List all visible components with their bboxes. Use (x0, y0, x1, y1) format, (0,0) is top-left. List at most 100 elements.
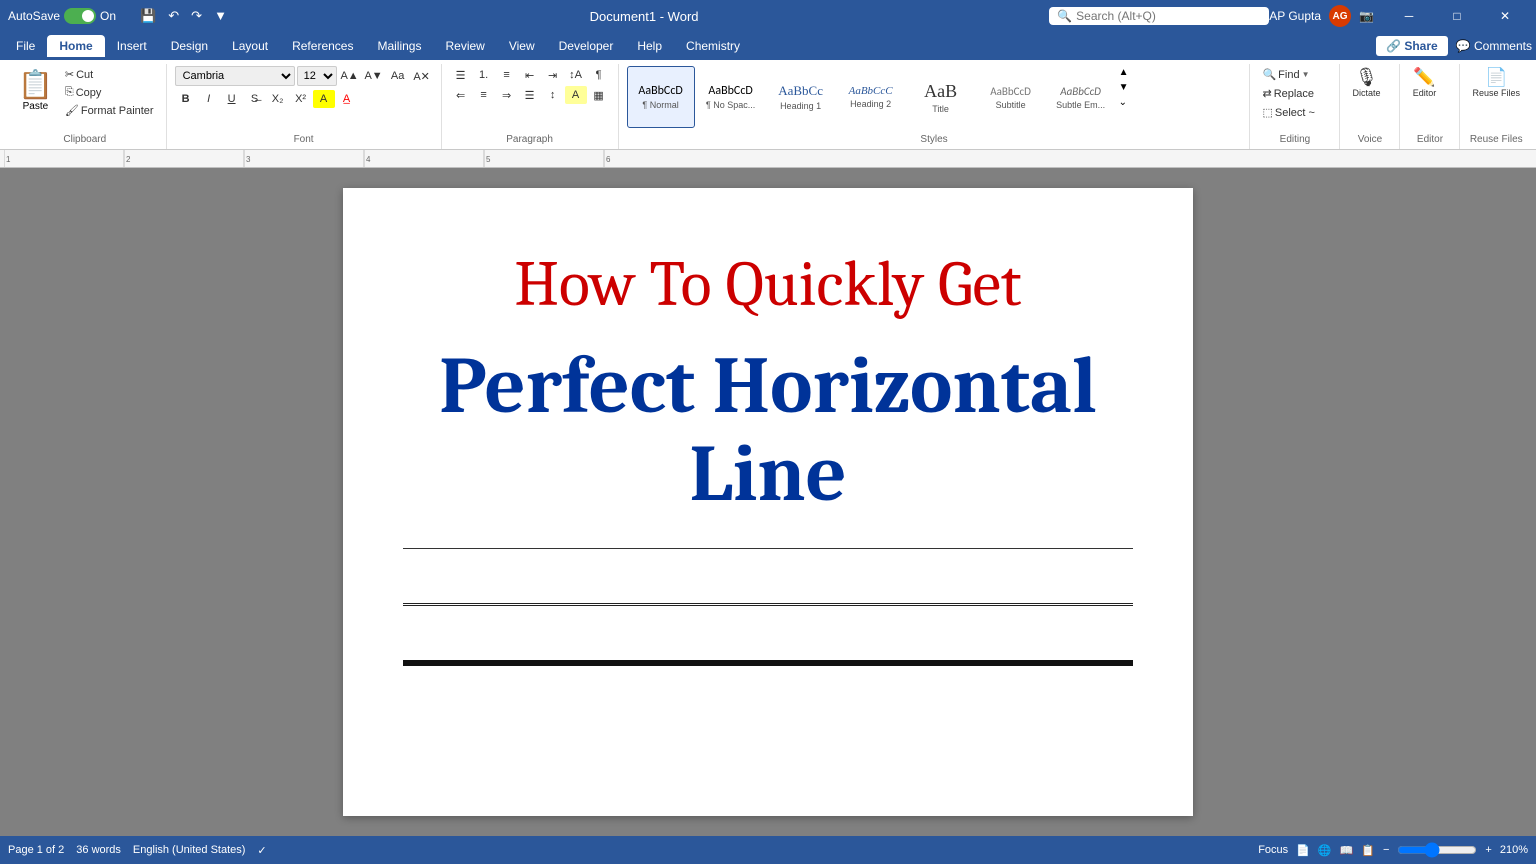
align-right-btn[interactable]: ⇒ (496, 86, 518, 104)
sort-btn[interactable]: ↕A (565, 66, 587, 84)
style-heading2[interactable]: AaBbCcC Heading 2 (837, 66, 905, 128)
text-highlight-btn[interactable]: A (313, 90, 335, 108)
style-no-spacing[interactable]: AaBbCcD ¶ No Spac... (697, 66, 765, 128)
styles-scroll-down[interactable]: ▼ (1117, 81, 1131, 94)
web-layout-icon[interactable]: 🌐 (1318, 844, 1332, 857)
tab-developer[interactable]: Developer (547, 35, 626, 57)
tab-chemistry[interactable]: Chemistry (674, 35, 752, 57)
style-normal[interactable]: AaBbCcD ¶ Normal (627, 66, 695, 128)
focus-label[interactable]: Focus (1258, 844, 1288, 856)
tab-file[interactable]: File (4, 35, 47, 57)
share-button[interactable]: 🔗 Share (1376, 36, 1448, 56)
horizontal-line-1 (403, 548, 1133, 549)
tab-help[interactable]: Help (625, 35, 674, 57)
svg-text:1: 1 (6, 155, 11, 164)
italic-button[interactable]: I (198, 90, 220, 108)
voice-group: 🎙 Dictate Voice (1340, 64, 1400, 149)
maximize-button[interactable]: □ (1434, 0, 1480, 32)
font-size-select[interactable]: 12 (297, 66, 337, 86)
style-title-preview: AaB (924, 81, 957, 102)
tab-view[interactable]: View (497, 35, 547, 57)
reuse-files-button[interactable]: 📄 Reuse Files (1468, 66, 1524, 100)
superscript-button[interactable]: X² (290, 90, 312, 108)
font-color-btn[interactable]: A̲ (336, 90, 358, 108)
style-title[interactable]: AaB Title (907, 66, 975, 128)
tab-mailings[interactable]: Mailings (365, 35, 433, 57)
read-mode-icon[interactable]: 📖 (1340, 844, 1354, 857)
strikethrough-button[interactable]: S̶ (244, 90, 266, 108)
subscript-button[interactable]: X₂ (267, 90, 289, 108)
shading-btn[interactable]: A (565, 86, 587, 104)
change-case-btn[interactable]: Aa (387, 67, 409, 85)
style-normal-name: ¶ Normal (642, 100, 678, 110)
paragraph-group: ☰ 1. ≡ ⇤ ⇥ ↕A ¶ ⇐ ≡ ⇒ ☰ ↕ A ▦ Paragraph (442, 64, 619, 149)
zoom-level[interactable]: 210% (1500, 844, 1528, 856)
document-title-line2[interactable]: Perfect Horizontal Line (403, 342, 1133, 518)
close-button[interactable]: ✕ (1482, 0, 1528, 32)
immersive-reader-icon[interactable]: 📋 (1361, 844, 1375, 857)
language-indicator[interactable]: English (United States) (133, 844, 246, 856)
increase-indent-btn[interactable]: ⇥ (542, 66, 564, 84)
screen-record-icon[interactable]: 📷 (1359, 9, 1374, 23)
search-box[interactable]: 🔍 (1049, 7, 1269, 25)
style-subtitle[interactable]: AaBbCcD Subtitle (977, 66, 1045, 128)
font-group: Cambria 12 A▲ A▼ Aa A✕ B I U S̶ X₂ X² A … (167, 64, 442, 149)
decrease-indent-btn[interactable]: ⇤ (519, 66, 541, 84)
tab-design[interactable]: Design (159, 35, 220, 57)
document-title-line1[interactable]: How To Quickly Get (403, 248, 1133, 322)
user-avatar[interactable]: AG (1329, 5, 1351, 27)
zoom-slider[interactable] (1397, 842, 1477, 858)
style-subtle-em[interactable]: AaBbCcD Subtle Em... (1047, 66, 1115, 128)
tab-layout[interactable]: Layout (220, 35, 280, 57)
style-heading1[interactable]: AaBbCc Heading 1 (767, 66, 835, 128)
increase-font-btn[interactable]: A▲ (339, 67, 361, 85)
tab-references[interactable]: References (280, 35, 365, 57)
line-spacing-btn[interactable]: ↕ (542, 86, 564, 104)
show-marks-btn[interactable]: ¶ (588, 66, 610, 84)
align-center-btn[interactable]: ≡ (473, 86, 495, 104)
format-painter-button[interactable]: 🖌 Format Painter (61, 102, 158, 119)
select-button[interactable]: ⬚ Select ~ (1258, 104, 1318, 121)
search-input[interactable] (1076, 9, 1246, 23)
document[interactable]: How To Quickly Get Perfect Horizontal Li… (343, 188, 1193, 816)
bold-button[interactable]: B (175, 90, 197, 108)
tab-home[interactable]: Home (47, 35, 104, 57)
comments-button[interactable]: 💬 Comments (1456, 39, 1532, 53)
tab-insert[interactable]: Insert (105, 35, 159, 57)
title-bar: AutoSave On 💾 ↶ ↷ ▼ Document1 - Word 🔍 A… (0, 0, 1536, 32)
underline-button[interactable]: U (221, 90, 243, 108)
decrease-font-btn[interactable]: A▼ (363, 67, 385, 85)
font-name-select[interactable]: Cambria (175, 66, 295, 86)
numbering-btn[interactable]: 1. (473, 66, 495, 84)
dictate-button[interactable]: 🎙 Dictate (1348, 66, 1384, 100)
multilevel-list-btn[interactable]: ≡ (496, 66, 518, 84)
redo-icon[interactable]: ↷ (187, 6, 206, 26)
copy-button[interactable]: ⎘ Copy (61, 84, 158, 101)
clear-format-btn[interactable]: A✕ (411, 67, 433, 85)
align-left-btn[interactable]: ⇐ (450, 86, 472, 104)
zoom-in-icon[interactable]: + (1485, 844, 1491, 856)
undo-icon[interactable]: ↶ (164, 6, 183, 26)
qat-customize-icon[interactable]: ▼ (210, 6, 231, 26)
find-dropdown-arrow: ▼ (1302, 70, 1310, 79)
horizontal-line-3 (403, 660, 1133, 666)
bullets-btn[interactable]: ☰ (450, 66, 472, 84)
paste-button[interactable]: 📋 Paste (12, 66, 59, 114)
style-subtitle-name: Subtitle (996, 100, 1026, 110)
justify-btn[interactable]: ☰ (519, 86, 541, 104)
tab-review[interactable]: Review (433, 35, 496, 57)
document-area[interactable]: How To Quickly Get Perfect Horizontal Li… (0, 168, 1536, 836)
cut-button[interactable]: ✂ Cut (61, 66, 158, 83)
save-icon[interactable]: 💾 (136, 6, 160, 26)
autosave-toggle[interactable] (64, 8, 96, 24)
replace-button[interactable]: ⇄ Replace (1258, 85, 1318, 102)
editor-button[interactable]: ✏️ Editor (1408, 66, 1440, 100)
print-layout-icon[interactable]: 📄 (1296, 844, 1310, 857)
styles-expand[interactable]: ⌄ (1117, 96, 1131, 109)
find-button[interactable]: 🔍 Find ▼ (1258, 66, 1313, 83)
borders-btn[interactable]: ▦ (588, 86, 610, 104)
styles-scroll-up[interactable]: ▲ (1117, 66, 1131, 79)
zoom-out-icon[interactable]: − (1383, 844, 1389, 856)
minimize-button[interactable]: ─ (1386, 0, 1432, 32)
proofing-icon[interactable]: ✓ (257, 844, 266, 857)
